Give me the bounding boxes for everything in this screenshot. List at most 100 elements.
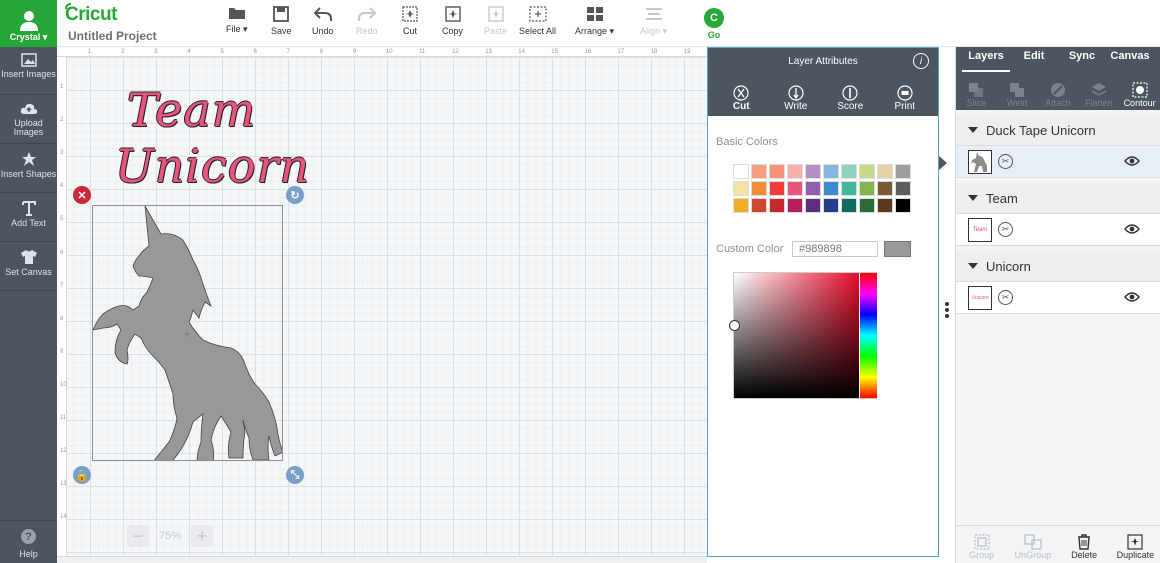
color-swatch[interactable] <box>787 198 803 213</box>
color-swatch[interactable] <box>895 164 911 179</box>
color-swatch[interactable] <box>751 164 767 179</box>
layer-group-header[interactable]: Unicorn <box>956 251 1160 282</box>
tab-sync[interactable]: Sync <box>1058 47 1106 72</box>
save-button[interactable]: Save <box>271 6 292 36</box>
layer-row[interactable]: ✂ <box>956 146 1160 178</box>
redo-button[interactable]: Redo <box>356 6 378 36</box>
tab-print[interactable]: Print <box>882 74 928 116</box>
rotate-handle[interactable]: ↻ <box>286 186 304 204</box>
arrange-menu-button[interactable]: Arrange ▾ <box>575 6 614 37</box>
resize-handle[interactable]: ⤡ <box>286 466 304 484</box>
delete-button[interactable]: Delete <box>1059 526 1110 563</box>
color-swatch[interactable] <box>805 164 821 179</box>
sidebar-item-upload-images[interactable]: Upload Images <box>0 96 57 144</box>
zoom-in-button[interactable]: + <box>191 525 214 547</box>
saturation-value-field[interactable] <box>734 273 859 398</box>
project-title[interactable]: Untitled Project <box>68 29 157 43</box>
attach-icon <box>1050 83 1065 97</box>
collapse-triangle-icon <box>968 263 978 269</box>
color-swatch[interactable] <box>859 181 875 196</box>
tab-edit[interactable]: Edit <box>1010 47 1058 72</box>
tab-write[interactable]: Write <box>773 74 819 116</box>
selection-box[interactable] <box>92 205 284 463</box>
weld-button[interactable]: Weld <box>997 72 1038 110</box>
sidebar-item-add-text[interactable]: Add Text <box>0 194 57 242</box>
color-swatch[interactable] <box>805 198 821 213</box>
undo-button[interactable]: Undo <box>312 6 334 36</box>
layer-group-header[interactable]: Team <box>956 183 1160 214</box>
panel-resize-handle[interactable] <box>945 302 949 318</box>
design-canvas[interactable]: 1 2 3 4 5 6 7 8 9 10 11 12 13 14 15 16 17 18 19 1234567891… <box>57 47 707 556</box>
color-swatch[interactable] <box>733 164 749 179</box>
horizontal-scrollbar[interactable] <box>57 556 707 563</box>
paste-button[interactable]: Paste <box>484 6 507 36</box>
color-swatch[interactable] <box>877 181 893 196</box>
color-swatch[interactable] <box>787 181 803 196</box>
color-swatch[interactable] <box>895 181 911 196</box>
eye-icon[interactable] <box>1124 223 1140 235</box>
tab-layers[interactable]: Layers <box>962 47 1010 72</box>
color-swatch[interactable] <box>877 198 893 213</box>
lock-handle[interactable]: 🔒 <box>73 466 91 484</box>
ruler-tick-label: 5 <box>60 216 64 223</box>
color-swatch[interactable] <box>823 198 839 213</box>
sidebar-item-insert-images[interactable]: Insert Images <box>0 47 57 95</box>
zoom-out-button[interactable]: − <box>127 525 149 547</box>
slice-button[interactable]: Slice <box>956 72 997 110</box>
color-picker[interactable] <box>729 272 877 399</box>
color-swatch[interactable] <box>805 181 821 196</box>
color-picker-cursor[interactable] <box>729 320 740 331</box>
info-icon[interactable]: i <box>913 53 929 69</box>
color-swatch[interactable] <box>733 198 749 213</box>
scissors-icon[interactable]: ✂ <box>998 154 1013 169</box>
color-swatch[interactable] <box>823 164 839 179</box>
color-swatch[interactable] <box>895 198 911 213</box>
duplicate-button[interactable]: Duplicate <box>1110 526 1160 563</box>
color-swatch[interactable] <box>859 198 875 213</box>
color-swatch[interactable] <box>733 181 749 196</box>
group-button[interactable]: Group <box>956 526 1007 563</box>
sidebar-item-set-canvas[interactable]: Set Canvas <box>0 243 57 291</box>
delete-handle[interactable]: ✕ <box>73 186 91 204</box>
contour-label: Contour <box>1123 98 1156 108</box>
eye-icon[interactable] <box>1124 291 1140 303</box>
layer-row[interactable]: Unicorn ✂ <box>956 282 1160 314</box>
color-swatch[interactable] <box>841 198 857 213</box>
color-swatch[interactable] <box>787 164 803 179</box>
custom-color-input[interactable] <box>792 241 878 257</box>
file-menu-button[interactable]: File ▾ <box>226 6 248 35</box>
copy-button[interactable]: Copy <box>442 6 463 36</box>
tab-cut[interactable]: Cut <box>718 74 764 116</box>
go-button[interactable]: C Go <box>704 8 724 40</box>
color-swatch[interactable] <box>841 181 857 196</box>
color-swatch[interactable] <box>841 164 857 179</box>
help-button[interactable]: ? Help <box>0 520 57 563</box>
color-swatch[interactable] <box>751 181 767 196</box>
flatten-button[interactable]: Flatten <box>1078 72 1119 110</box>
tab-score[interactable]: Score <box>827 74 873 116</box>
color-swatch[interactable] <box>769 198 785 213</box>
select-all-button[interactable]: Select All <box>519 6 556 36</box>
scissors-icon[interactable]: ✂ <box>998 222 1013 237</box>
scissors-icon[interactable]: ✂ <box>998 290 1013 305</box>
color-swatch[interactable] <box>823 181 839 196</box>
color-swatch[interactable] <box>859 164 875 179</box>
align-menu-button[interactable]: Align ▾ <box>640 6 667 37</box>
ungroup-button[interactable]: UnGroup <box>1007 526 1058 563</box>
layer-group-header[interactable]: Duck Tape Unicorn <box>956 115 1160 146</box>
color-swatch[interactable] <box>769 164 785 179</box>
eye-icon[interactable] <box>1124 155 1140 167</box>
color-swatch[interactable] <box>877 164 893 179</box>
design-text-unicorn[interactable]: Unicorn <box>115 139 310 193</box>
contour-button[interactable]: Contour <box>1119 72 1160 110</box>
color-swatch[interactable] <box>751 198 767 213</box>
attach-button[interactable]: Attach <box>1038 72 1079 110</box>
tab-canvas[interactable]: Canvas <box>1106 47 1154 72</box>
hue-slider[interactable] <box>860 273 877 398</box>
design-text-team[interactable]: Team <box>127 83 256 137</box>
user-menu[interactable]: Crystal ▾ <box>0 0 57 47</box>
color-swatch[interactable] <box>769 181 785 196</box>
layer-row[interactable]: Team ✂ <box>956 214 1160 246</box>
sidebar-item-insert-shapes[interactable]: Insert Shapes <box>0 145 57 193</box>
cut-button[interactable]: Cut <box>401 6 419 36</box>
